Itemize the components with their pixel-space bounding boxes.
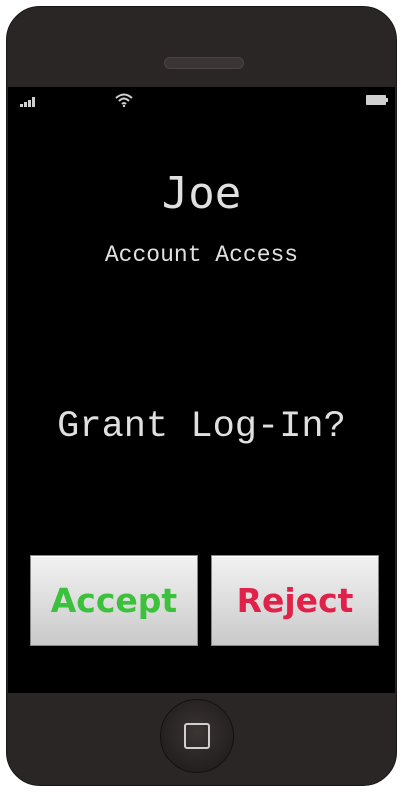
account-name: Joe (161, 168, 242, 219)
phone-frame: Joe Account Access Grant Log-In? Accept … (6, 6, 397, 786)
status-bar (8, 87, 395, 113)
wifi-icon (115, 93, 133, 107)
account-access-label: Account Access (104, 242, 299, 268)
phone-screen: Joe Account Access Grant Log-In? Accept … (8, 87, 395, 693)
accept-button[interactable]: Accept (30, 555, 198, 646)
earpiece-speaker (164, 57, 244, 69)
home-square-icon (184, 723, 210, 749)
reject-button[interactable]: Reject (211, 555, 379, 646)
grant-login-question: Grant Log-In? (57, 406, 346, 448)
home-button[interactable] (160, 699, 234, 773)
battery-icon (366, 95, 388, 105)
signal-icon (20, 97, 35, 107)
